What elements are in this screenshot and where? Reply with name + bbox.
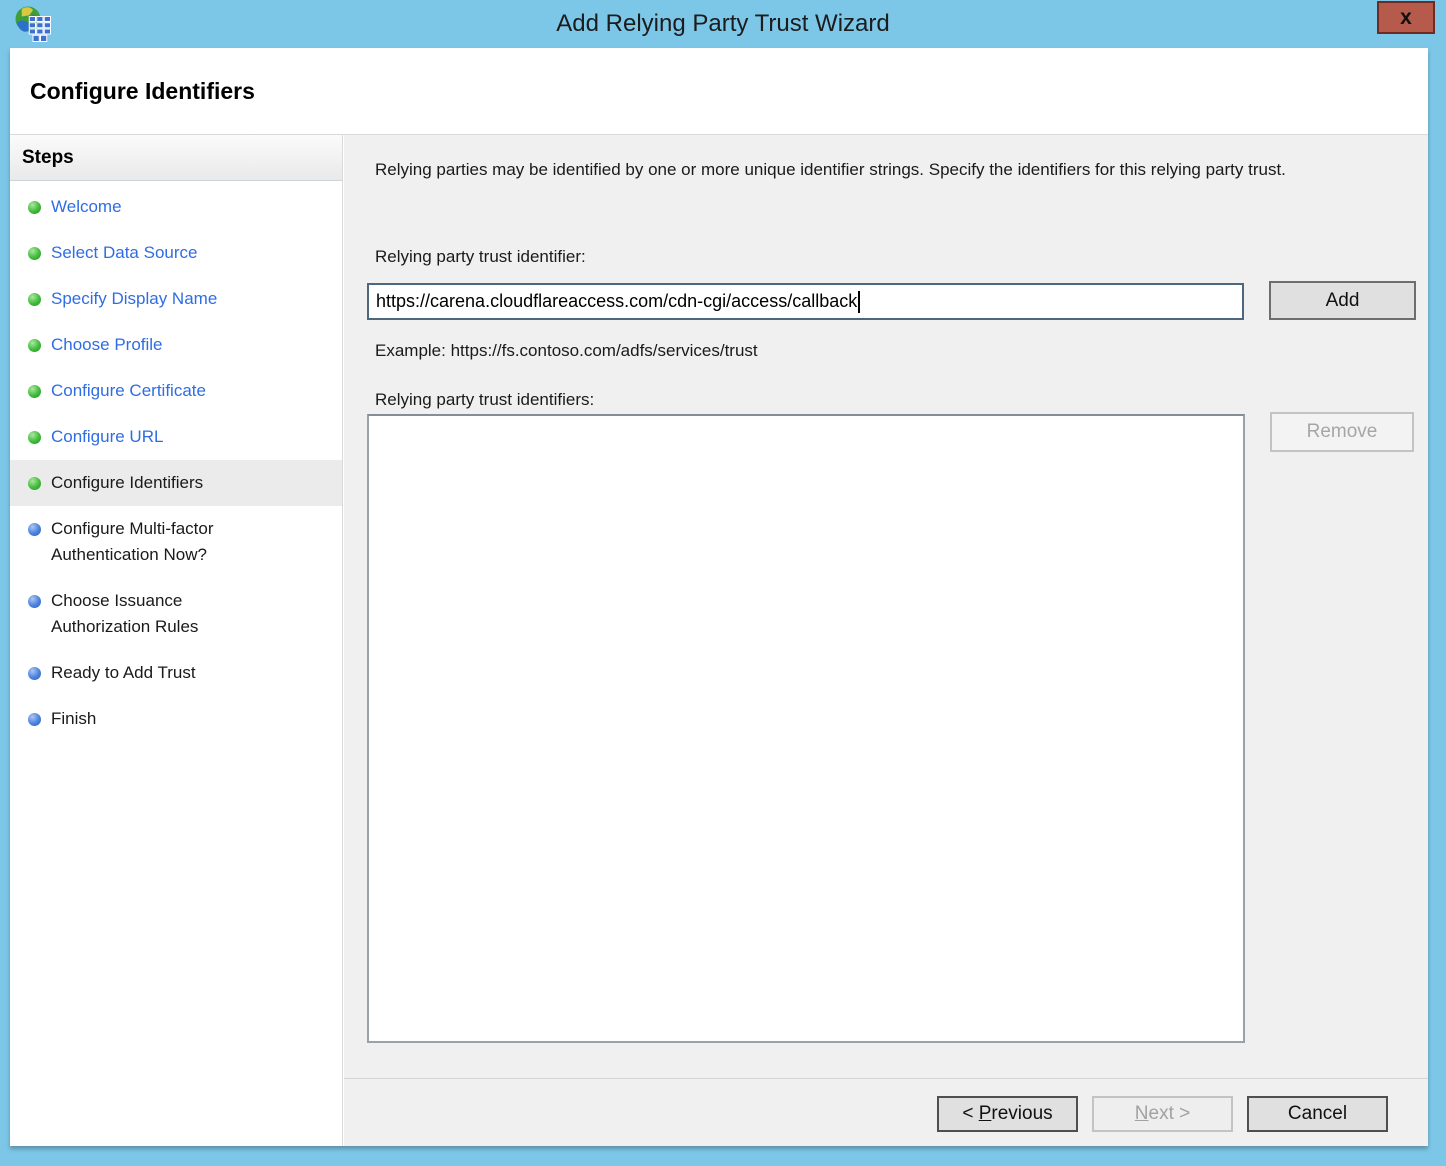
step-label: Select Data Source: [51, 243, 198, 262]
titlebar: Add Relying Party Trust Wizard x: [0, 0, 1446, 48]
close-button[interactable]: x: [1377, 1, 1435, 34]
example-text: Example: https://fs.contoso.com/adfs/ser…: [375, 341, 758, 360]
step-status-dot: [28, 431, 41, 444]
step-status-dot: [28, 293, 41, 306]
step-label: Configure Certificate: [51, 381, 206, 400]
step-status-dot: [28, 477, 41, 490]
wizard-body: Configure Identifiers Steps Welcome Selec…: [10, 48, 1428, 1146]
step-label: Choose Issuance Authorization Rules: [51, 591, 199, 636]
step-label: Choose Profile: [51, 335, 163, 354]
next-button[interactable]: Next >: [1092, 1096, 1233, 1132]
add-button[interactable]: Add: [1269, 281, 1416, 320]
step-status-dot: [28, 385, 41, 398]
sidebar-step: Ready to Add Trust: [10, 650, 342, 696]
step-status-dot: [28, 201, 41, 214]
steps-list: Welcome Select Data Source Specify Display…: [10, 181, 342, 742]
sidebar-step[interactable]: Choose Profile: [10, 322, 342, 368]
sidebar-step[interactable]: Specify Display Name: [10, 276, 342, 322]
step-label: Welcome: [51, 197, 122, 216]
step-label: Configure Identifiers: [51, 473, 204, 492]
sidebar-step: Configure Multi-factor Authentication No…: [10, 506, 342, 578]
identifiers-list-label: Relying party trust identifiers:: [375, 390, 595, 409]
step-label: Specify Display Name: [51, 289, 218, 308]
step-status-dot: [28, 713, 41, 726]
cancel-button[interactable]: Cancel: [1247, 1096, 1388, 1132]
sidebar-step[interactable]: Configure URL: [10, 414, 342, 460]
text-caret: [858, 290, 861, 313]
sidebar-step[interactable]: Select Data Source: [10, 230, 342, 276]
identifiers-listbox[interactable]: [367, 414, 1245, 1043]
adfs-wizard-window: Add Relying Party Trust Wizard x Configu…: [0, 0, 1446, 1166]
sidebar-step: Finish: [10, 696, 342, 742]
step-status-dot: [28, 595, 41, 608]
step-label: Finish: [51, 709, 97, 728]
sidebar-step[interactable]: Configure Certificate: [10, 368, 342, 414]
step-status-dot: [28, 523, 41, 536]
sidebar-step[interactable]: Welcome: [10, 184, 342, 230]
sidebar-step: Configure Identifiers: [10, 460, 342, 506]
step-label: Ready to Add Trust: [51, 663, 196, 682]
steps-heading: Steps: [10, 135, 342, 181]
identifier-field-label: Relying party trust identifier:: [375, 247, 586, 266]
step-status-dot: [28, 339, 41, 352]
page-heading: Configure Identifiers: [30, 78, 255, 104]
footer-bar: < Previous Next > Cancel: [344, 1078, 1428, 1146]
steps-sidebar: Steps Welcome Select Data Source Specify D…: [10, 135, 343, 1146]
remove-button[interactable]: Remove: [1270, 412, 1414, 452]
identifier-input-value: https://carena.cloudflareaccess.com/cdn-…: [376, 291, 858, 311]
main-panel: Relying parties may be identified by one…: [344, 135, 1428, 1078]
identifier-input[interactable]: https://carena.cloudflareaccess.com/cdn-…: [367, 283, 1244, 320]
sidebar-step: Choose Issuance Authorization Rules: [10, 578, 342, 650]
window-title: Add Relying Party Trust Wizard: [556, 10, 890, 37]
step-label: Configure Multi-factor Authentication No…: [51, 519, 214, 564]
step-label: Configure URL: [51, 427, 164, 446]
step-status-dot: [28, 247, 41, 260]
previous-button[interactable]: < Previous: [937, 1096, 1078, 1132]
step-status-dot: [28, 667, 41, 680]
description-text: Relying parties may be identified by one…: [375, 160, 1286, 179]
